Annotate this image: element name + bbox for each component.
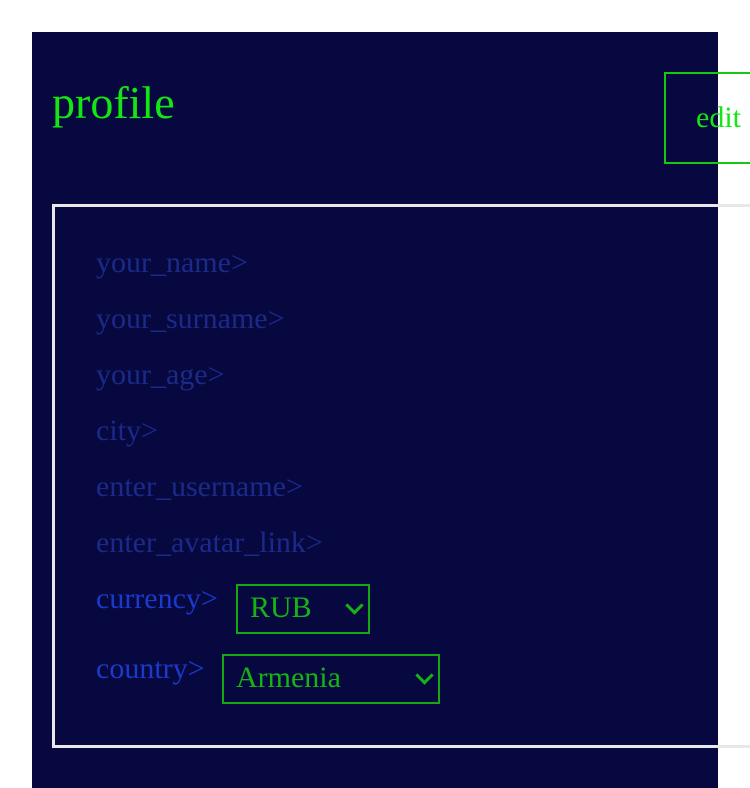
country-select[interactable]: Armenia [222,654,440,704]
currency-selected-value: RUB [250,591,312,624]
chevron-down-icon [345,596,364,615]
currency-label: currency> [96,582,218,615]
country-label: country> [96,652,205,685]
username-field[interactable]: enter_username> [96,470,303,504]
city-field[interactable]: city> [96,414,158,448]
your-name-field[interactable]: your_name> [96,246,248,280]
page-title: profile [52,77,175,128]
chevron-down-icon [415,666,434,685]
edit-button[interactable]: edit [664,72,750,164]
your-age-field[interactable]: your_age> [96,358,225,392]
currency-select[interactable]: RUB [236,584,370,634]
country-selected-value: Armenia [236,661,341,694]
avatar-link-field[interactable]: enter_avatar_link> [96,526,323,560]
your-surname-field[interactable]: your_surname> [96,302,285,336]
